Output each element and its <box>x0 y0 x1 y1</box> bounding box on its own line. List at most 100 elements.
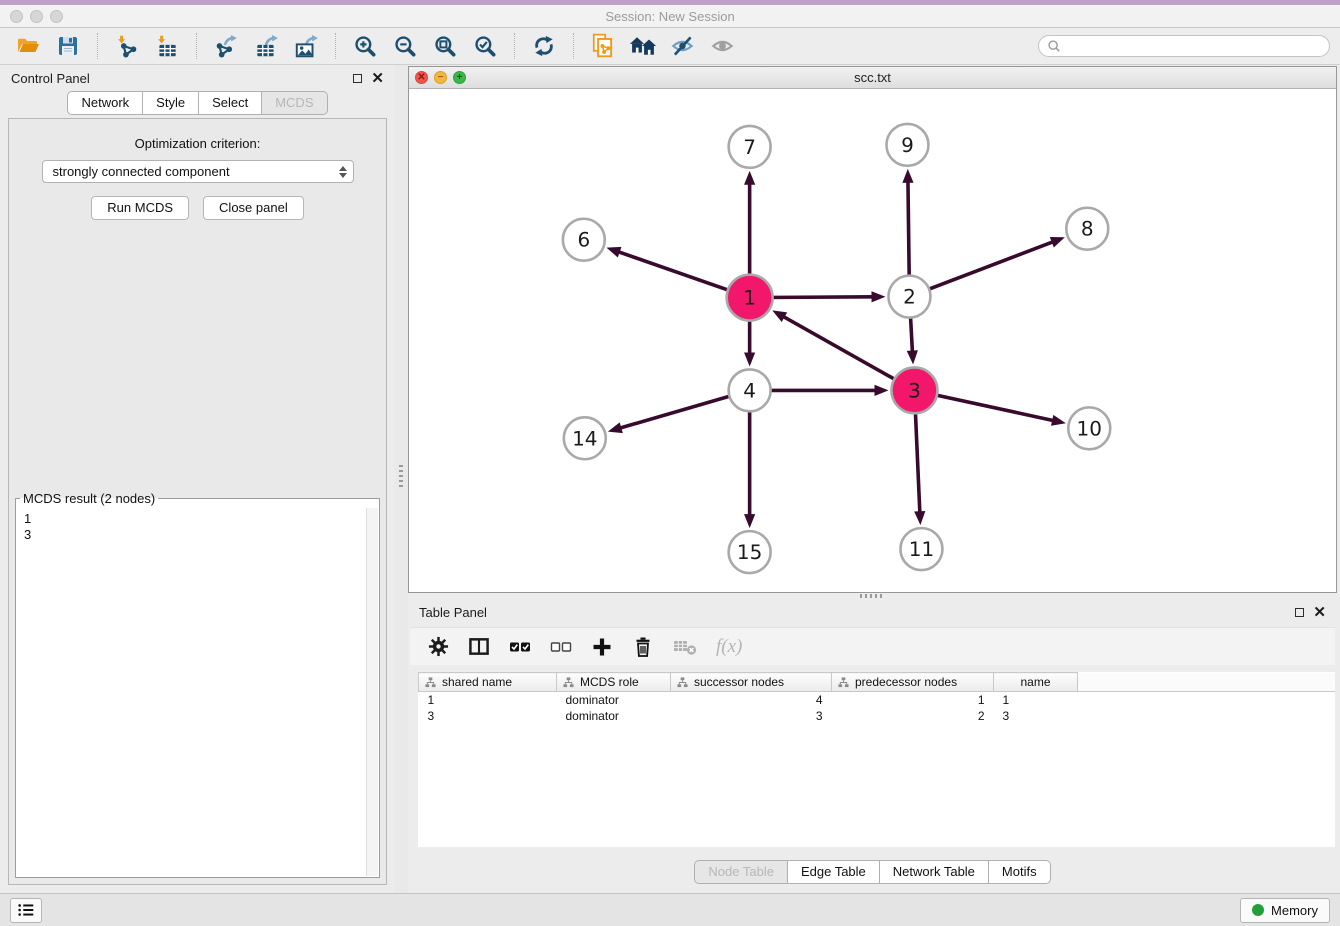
column-header-shared-name[interactable]: shared name <box>419 673 557 692</box>
graph-node-14[interactable]: 14 <box>564 417 606 459</box>
network-maximize-button[interactable]: + <box>453 71 466 84</box>
graph-node-4[interactable]: 4 <box>729 369 771 411</box>
column-header-successor-nodes[interactable]: successor nodes <box>671 673 832 692</box>
table-cell[interactable]: 3 <box>994 708 1078 724</box>
zoom-fit-button[interactable] <box>427 30 463 62</box>
table-row[interactable]: 1dominator411 <box>419 692 1336 708</box>
show-graphics-details-button[interactable] <box>625 30 661 62</box>
delete-table-button[interactable] <box>673 633 697 661</box>
tab-mcds[interactable]: MCDS <box>262 91 327 115</box>
zoom-selected-button[interactable] <box>467 30 503 62</box>
network-close-button[interactable]: ✕ <box>415 71 428 84</box>
table-cell[interactable]: 4 <box>671 692 832 708</box>
tab-edge-table[interactable]: Edge Table <box>788 860 880 884</box>
tab-network-table[interactable]: Network Table <box>880 860 989 884</box>
equation-builder-button[interactable]: f(x) <box>716 633 742 661</box>
split-panel-button[interactable] <box>468 633 490 661</box>
import-network-icon <box>113 33 141 59</box>
toolbar-separator <box>573 33 574 59</box>
close-panel-icon[interactable]: ✕ <box>371 71 384 86</box>
graph-node-3[interactable]: 3 <box>891 367 937 413</box>
graph-node-11[interactable]: 11 <box>900 528 942 570</box>
table-cell[interactable]: dominator <box>557 692 671 708</box>
mcds-result-list[interactable]: 1 3 <box>17 508 378 876</box>
graph-node-2[interactable]: 2 <box>888 276 930 318</box>
result-scrollbar[interactable] <box>366 508 378 876</box>
network-view-window: ✕ − + scc.txt 7968124314101511 <box>408 66 1337 593</box>
window-zoom-button[interactable] <box>50 10 63 23</box>
split-panel-icon <box>468 636 490 657</box>
task-history-button[interactable] <box>10 898 42 923</box>
search-input[interactable] <box>1066 39 1321 54</box>
hide-selected-button[interactable] <box>665 30 701 62</box>
network-minimize-button[interactable]: − <box>434 71 447 84</box>
graph-node-6[interactable]: 6 <box>563 219 605 261</box>
network-canvas[interactable]: 7 9 6 8 1 2 4 3 14 10 15 11 <box>409 89 1336 592</box>
graph-edge-2-8[interactable] <box>909 242 1053 297</box>
graph-node-8[interactable]: 8 <box>1066 208 1108 250</box>
export-image-button[interactable] <box>288 30 324 62</box>
zoom-out-button[interactable] <box>387 30 423 62</box>
deselect-all-button[interactable] <box>550 633 572 661</box>
close-panel-icon[interactable]: ✕ <box>1313 605 1326 620</box>
mcds-result-item[interactable]: 3 <box>24 527 371 543</box>
open-session-button[interactable] <box>10 30 46 62</box>
window-close-button[interactable] <box>10 10 23 23</box>
close-panel-button[interactable]: Close panel <box>203 196 304 220</box>
list-icon <box>15 900 37 920</box>
mcds-result-item[interactable]: 1 <box>24 511 371 527</box>
tab-select[interactable]: Select <box>199 91 262 115</box>
float-panel-icon[interactable] <box>1295 608 1304 617</box>
zoom-in-button[interactable] <box>347 30 383 62</box>
table-cell[interactable]: 2 <box>832 708 994 724</box>
run-mcds-button[interactable]: Run MCDS <box>91 196 189 220</box>
zoom-fit-icon <box>432 33 458 59</box>
splitter-handle[interactable] <box>399 465 403 487</box>
criterion-select[interactable]: strongly connected component <box>42 160 354 183</box>
panel-splitter[interactable] <box>395 65 408 893</box>
export-table-button[interactable] <box>248 30 284 62</box>
horizontal-splitter[interactable] <box>408 593 1340 599</box>
tab-style[interactable]: Style <box>143 91 199 115</box>
graph-edge-arrow-4-15 <box>744 514 755 528</box>
column-header-mcds-role[interactable]: MCDS role <box>557 673 671 692</box>
memory-button[interactable]: Memory <box>1240 898 1330 923</box>
graph-node-10[interactable]: 10 <box>1068 407 1110 449</box>
graph-node-7[interactable]: 7 <box>729 126 771 168</box>
delete-column-button[interactable] <box>632 633 654 661</box>
search-box[interactable] <box>1038 35 1330 57</box>
table-row[interactable]: 3dominator323 <box>419 708 1336 724</box>
clone-network-button[interactable] <box>585 30 621 62</box>
add-column-button[interactable] <box>591 633 613 661</box>
graph-node-15[interactable]: 15 <box>729 531 771 573</box>
table-cell[interactable]: 1 <box>832 692 994 708</box>
table-settings-button[interactable] <box>428 633 449 661</box>
graph-node-1[interactable]: 1 <box>727 275 773 321</box>
apply-layout-button[interactable] <box>526 30 562 62</box>
table-cell[interactable]: 1 <box>994 692 1078 708</box>
table-cell[interactable]: 3 <box>671 708 832 724</box>
window-minimize-button[interactable] <box>30 10 43 23</box>
save-session-button[interactable] <box>50 30 86 62</box>
tab-motifs[interactable]: Motifs <box>989 860 1051 884</box>
graph-node-label: 6 <box>577 228 590 252</box>
graph-edge-arrow-4-3 <box>874 385 888 396</box>
tab-network[interactable]: Network <box>67 91 143 115</box>
graph-node-9[interactable]: 9 <box>886 124 928 166</box>
import-network-button[interactable] <box>109 30 145 62</box>
table-cell[interactable]: dominator <box>557 708 671 724</box>
import-table-button[interactable] <box>149 30 185 62</box>
select-all-button[interactable] <box>509 633 531 661</box>
float-panel-icon[interactable] <box>353 74 362 83</box>
tab-node-table[interactable]: Node Table <box>694 860 788 884</box>
table-cell[interactable]: 1 <box>419 692 557 708</box>
column-header-name[interactable]: name <box>994 673 1078 692</box>
column-header-predecessor-nodes[interactable]: predecessor nodes <box>832 673 994 692</box>
houses-icon <box>628 34 658 58</box>
graph-svg[interactable]: 7 9 6 8 1 2 4 3 14 10 15 11 <box>409 89 1336 592</box>
plus-icon <box>591 636 613 658</box>
export-network-button[interactable] <box>208 30 244 62</box>
splitter-handle[interactable] <box>860 594 882 598</box>
table-cell[interactable]: 3 <box>419 708 557 724</box>
show-all-button[interactable] <box>705 30 741 62</box>
